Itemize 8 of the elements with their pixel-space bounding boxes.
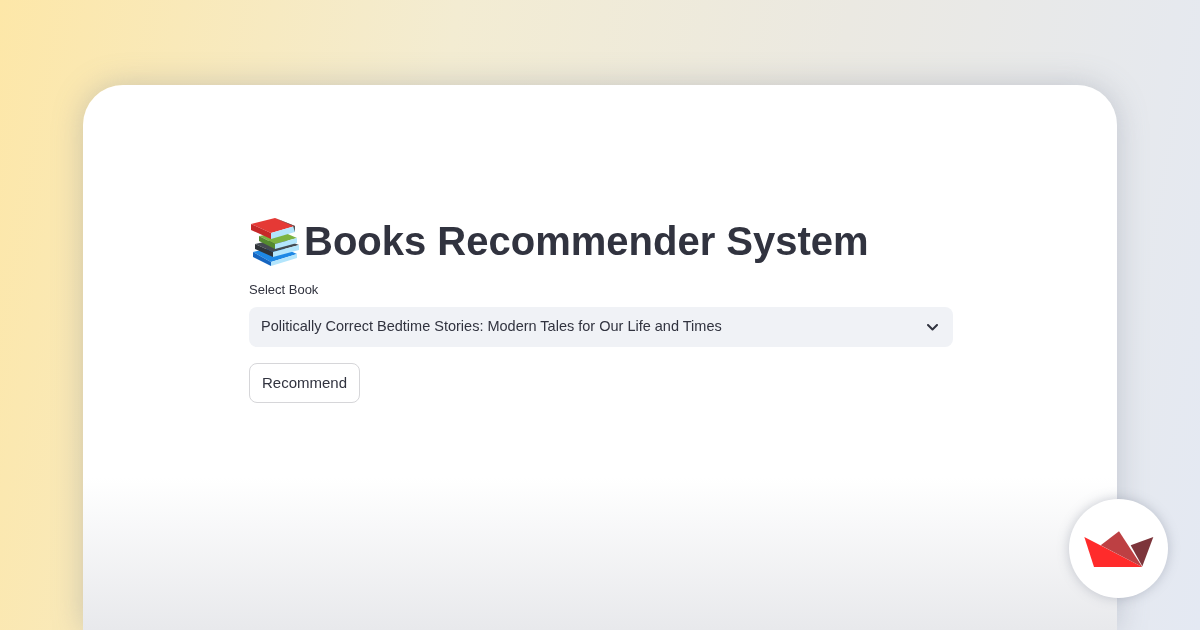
book-select-field[interactable]: Politically Correct Bedtime Stories: Modern Tales for Our Life and Times: [249, 307, 953, 347]
page-title: Books Recommender System: [304, 221, 869, 261]
boat-logo-icon: [1083, 529, 1154, 568]
recommend-button[interactable]: Recommend: [249, 363, 361, 403]
select-label: Select Book: [249, 282, 319, 298]
chevron-down-icon: [927, 323, 938, 331]
selected-book-text: Politically Correct Bedtime Stories: Modern Tales for Our Life and Times: [261, 317, 722, 337]
book-stack-icon: [249, 216, 301, 266]
